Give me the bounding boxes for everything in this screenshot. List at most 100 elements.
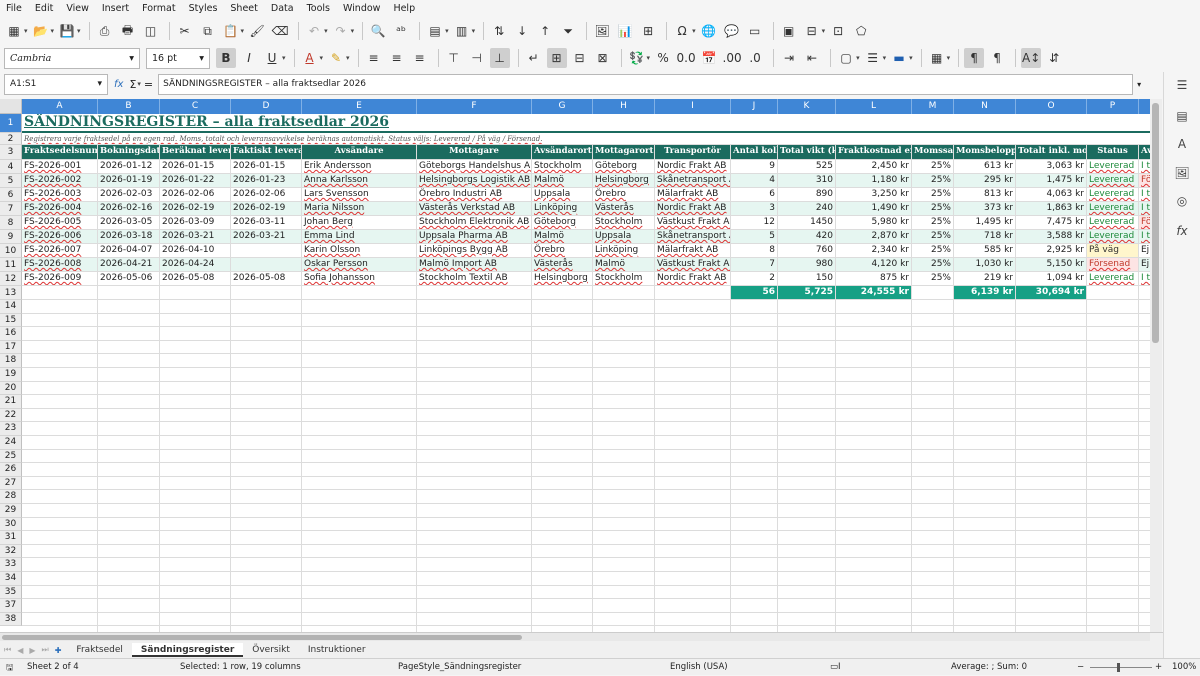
table-cell[interactable]: 310 xyxy=(778,174,836,188)
menu-edit[interactable]: Edit xyxy=(35,3,53,14)
empty-cell[interactable] xyxy=(954,381,1016,396)
table-cell[interactable]: 2026-01-23 xyxy=(231,174,302,188)
empty-cell[interactable] xyxy=(655,327,731,341)
empty-cell[interactable] xyxy=(593,585,655,600)
empty-cell[interactable] xyxy=(731,354,778,368)
table-cell[interactable]: Ej l xyxy=(1139,258,1150,272)
empty-cell[interactable] xyxy=(302,612,417,627)
empty-cell[interactable] xyxy=(231,354,302,368)
table-cell[interactable]: Ej l xyxy=(1139,244,1150,258)
menu-tools[interactable]: Tools xyxy=(307,3,330,14)
table-cell[interactable]: Linköping xyxy=(593,244,655,258)
empty-cell[interactable] xyxy=(1139,422,1150,436)
empty-cell[interactable] xyxy=(912,544,954,559)
empty-cell[interactable] xyxy=(1016,408,1087,423)
table-cell[interactable]: Stockholm xyxy=(532,160,593,174)
spreadsheet-grid[interactable]: ABCDEFGHIJKLMNOP 1 2 3 4 5 6 7 8 9 10 11 12 13 14 15 16… xyxy=(0,99,1150,632)
empty-cell[interactable] xyxy=(1139,477,1150,491)
empty-cell[interactable] xyxy=(593,368,655,382)
table-header[interactable]: Avsändarort xyxy=(532,145,593,160)
table-cell[interactable]: På väg xyxy=(1087,244,1139,258)
empty-cell[interactable] xyxy=(231,313,302,328)
empty-cell[interactable] xyxy=(231,300,302,314)
empty-cell[interactable] xyxy=(954,368,1016,382)
empty-cell[interactable] xyxy=(160,381,231,396)
empty-cell[interactable] xyxy=(836,572,912,586)
empty-cell[interactable] xyxy=(593,395,655,409)
empty-cell[interactable] xyxy=(778,599,836,613)
empty-cell[interactable] xyxy=(1016,599,1087,613)
empty-cell[interactable] xyxy=(1087,395,1139,409)
empty-cell[interactable] xyxy=(1016,422,1087,436)
empty-cell[interactable] xyxy=(417,395,532,409)
align-left-icon[interactable]: ≡ xyxy=(364,48,384,68)
row-header[interactable]: 27 xyxy=(0,476,22,491)
italic-icon[interactable]: I xyxy=(239,48,259,68)
table-header[interactable]: Av xyxy=(1139,145,1150,160)
table-cell[interactable]: 420 xyxy=(778,230,836,244)
total-cell[interactable]: 5,725 xyxy=(778,286,836,300)
empty-cell[interactable] xyxy=(731,490,778,504)
empty-cell[interactable] xyxy=(954,436,1016,450)
empty-cell[interactable] xyxy=(22,558,98,572)
table-cell[interactable]: Karin Olsson xyxy=(302,244,417,258)
empty-cell[interactable] xyxy=(22,490,98,504)
table-cell[interactable]: Helsingborg xyxy=(532,272,593,286)
undo-icon[interactable]: ↶ xyxy=(304,21,324,41)
empty-cell[interactable] xyxy=(417,544,532,559)
empty-cell[interactable] xyxy=(302,436,417,450)
empty-cell[interactable] xyxy=(912,612,954,627)
empty-cell[interactable] xyxy=(231,408,302,423)
center-vertically-icon[interactable]: ⊣ xyxy=(467,48,487,68)
autofilter-icon[interactable]: ⏷ xyxy=(558,21,578,41)
empty-cell[interactable] xyxy=(912,558,954,572)
insert-image-icon[interactable]: 🖼 xyxy=(592,21,612,41)
print-icon[interactable]: 🖶 xyxy=(118,21,138,41)
empty-cell[interactable] xyxy=(1016,354,1087,368)
table-cell[interactable]: 7 xyxy=(731,258,778,272)
empty-cell[interactable] xyxy=(98,408,160,423)
row-header[interactable]: 28 xyxy=(0,490,22,504)
copy-icon[interactable]: ⧉ xyxy=(198,21,218,41)
zoom-level[interactable]: 100% xyxy=(1172,662,1196,672)
print-preview-icon[interactable]: ◫ xyxy=(141,21,161,41)
empty-cell[interactable] xyxy=(593,558,655,572)
empty-cell[interactable] xyxy=(302,504,417,518)
empty-cell[interactable] xyxy=(532,422,593,436)
empty-cell[interactable] xyxy=(417,381,532,396)
empty-cell[interactable] xyxy=(302,381,417,396)
empty-cell[interactable] xyxy=(98,286,160,300)
empty-cell[interactable] xyxy=(1139,545,1150,559)
empty-cell[interactable] xyxy=(1087,504,1139,518)
empty-cell[interactable] xyxy=(731,313,778,328)
table-cell[interactable]: 6 xyxy=(731,188,778,202)
empty-cell[interactable] xyxy=(302,599,417,613)
empty-cell[interactable] xyxy=(1016,449,1087,464)
empty-cell[interactable] xyxy=(836,517,912,532)
table-header[interactable]: Mottagarort xyxy=(593,145,655,160)
menu-sheet[interactable]: Sheet xyxy=(230,3,257,14)
empty-cell[interactable] xyxy=(532,408,593,423)
empty-cell[interactable] xyxy=(778,504,836,518)
empty-cell[interactable] xyxy=(1139,436,1150,450)
table-cell[interactable]: 373 kr xyxy=(954,202,1016,216)
row-icon[interactable]: ▤ xyxy=(425,21,445,41)
table-cell[interactable]: 2026-02-16 xyxy=(98,202,160,216)
borders-icon[interactable]: ▢ xyxy=(836,48,856,68)
empty-cell[interactable] xyxy=(1016,572,1087,586)
table-cell[interactable]: Västkust Frakt AB xyxy=(655,258,731,272)
empty-cell[interactable] xyxy=(98,517,160,532)
table-header[interactable]: Antal kolli xyxy=(731,145,778,160)
table-cell[interactable]: 2,450 kr xyxy=(836,160,912,174)
empty-cell[interactable] xyxy=(98,531,160,545)
table-cell[interactable]: 980 xyxy=(778,258,836,272)
empty-cell[interactable] xyxy=(98,544,160,559)
tab-instruktioner[interactable]: Instruktioner xyxy=(299,643,375,657)
horizontal-scroll-thumb[interactable] xyxy=(2,635,522,640)
empty-cell[interactable] xyxy=(22,300,98,314)
empty-cell[interactable] xyxy=(98,612,160,627)
expand-formula-icon[interactable]: ▾ xyxy=(1137,80,1141,89)
zoom-out-icon[interactable]: − xyxy=(1077,662,1084,672)
column-header-o[interactable]: O xyxy=(1016,99,1087,114)
empty-cell[interactable] xyxy=(417,612,532,627)
